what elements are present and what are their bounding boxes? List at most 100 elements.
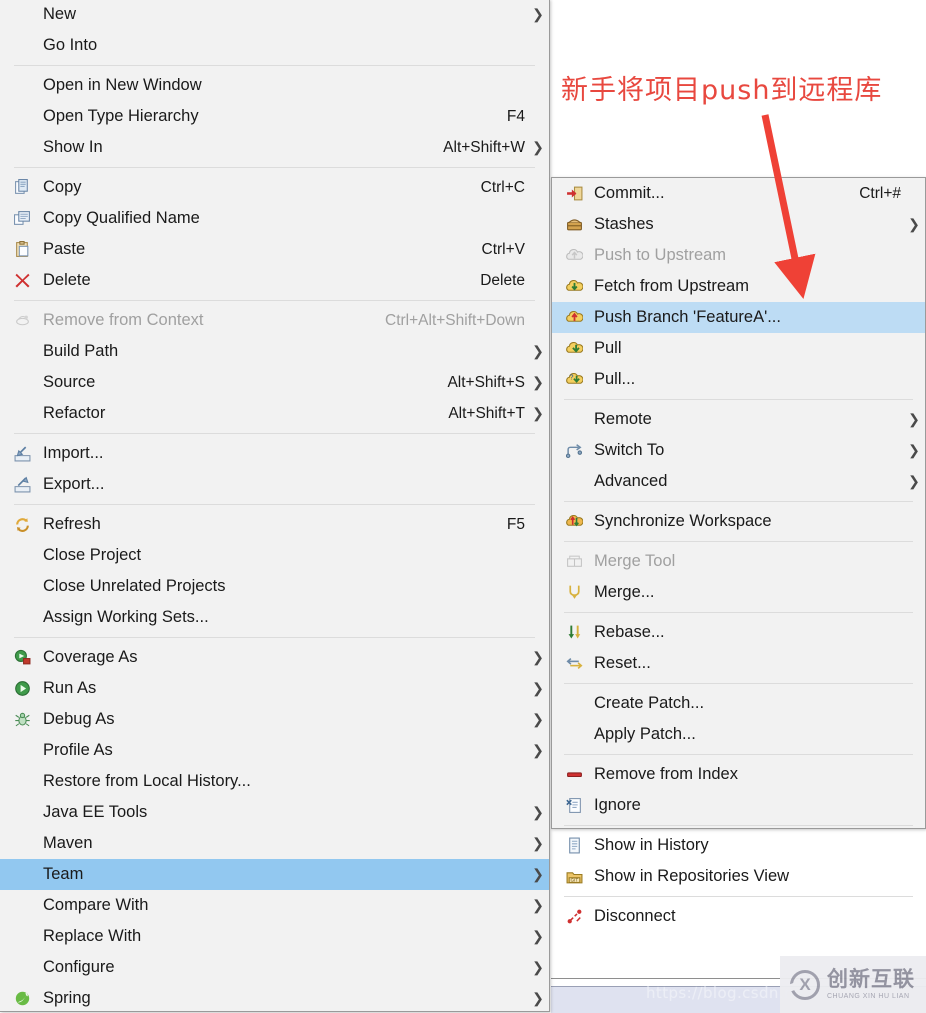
context-menu-item-show-in[interactable]: Show In Alt+Shift+W ❯ (0, 132, 549, 163)
svg-text:?: ? (569, 373, 573, 382)
annotation-text: 新手将项目push到远程库 (561, 75, 883, 106)
menu-item-label: Assign Working Sets... (43, 608, 209, 627)
team-menu-item-reset[interactable]: Reset... ❯ (552, 648, 925, 679)
context-menu-item-build-path[interactable]: Build Path ❯ (0, 336, 549, 367)
context-menu-item-java-ee-tools[interactable]: Java EE Tools ❯ (0, 797, 549, 828)
import-icon (13, 445, 31, 463)
context-menu-item-open-type-hierarchy[interactable]: Open Type Hierarchy F4 ❯ (0, 101, 549, 132)
brand-watermark: 创新互联 CHUANG XIN HU LIAN (780, 956, 926, 1013)
menu-item-label: Replace With (43, 927, 142, 946)
menu-item-label: Coverage As (43, 648, 138, 667)
context-menu-item-paste[interactable]: Paste Ctrl+V ❯ (0, 234, 549, 265)
team-menu-item-create-patch[interactable]: Create Patch... ❯ (552, 688, 925, 719)
menu-separator (14, 637, 535, 638)
spacer: ❯ (907, 655, 921, 672)
menu-item-label: Show in History (594, 836, 709, 855)
remove-context-icon (13, 312, 31, 330)
context-menu-item-open-in-new-window[interactable]: Open in New Window ❯ (0, 70, 549, 101)
context-menu-item-refresh[interactable]: Refresh F5 ❯ (0, 509, 549, 540)
context-menu-item-debug-as[interactable]: Debug As ❯ (0, 704, 549, 735)
menu-separator (564, 612, 913, 613)
team-menu-item-disconnect[interactable]: Disconnect ❯ (552, 901, 925, 932)
context-menu-item-close-project[interactable]: Close Project ❯ (0, 540, 549, 571)
stash-icon (565, 216, 583, 234)
spacer: ❯ (907, 247, 921, 264)
refresh-icon (13, 516, 31, 534)
context-menu-item-import[interactable]: Import... ❯ (0, 438, 549, 469)
context-menu-item-source[interactable]: Source Alt+Shift+S ❯ (0, 367, 549, 398)
context-menu-item-spring[interactable]: Spring ❯ (0, 983, 549, 1013)
context-menu-item-maven[interactable]: Maven ❯ (0, 828, 549, 859)
context-menu-item-configure[interactable]: Configure ❯ (0, 952, 549, 983)
team-menu-item-merge-tool[interactable]: Merge Tool ❯ (552, 546, 925, 577)
context-menu-item-remove-from-context[interactable]: Remove from Context Ctrl+Alt+Shift+Down ❯ (0, 305, 549, 336)
team-menu-item-ignore[interactable]: Ignore ❯ (552, 790, 925, 821)
menu-item-label: Ignore (594, 796, 641, 815)
context-menu-item-new[interactable]: New ❯ (0, 0, 549, 30)
team-menu-item-pull[interactable]: Pull ❯ (552, 333, 925, 364)
chevron-right-icon: ❯ (532, 928, 544, 944)
ignore-icon (565, 797, 583, 815)
menu-item-label: Configure (43, 958, 115, 977)
team-menu-item-switch-to[interactable]: Switch To ❯ (552, 435, 925, 466)
context-menu-item-go-into[interactable]: Go Into ❯ (0, 30, 549, 61)
menu-item-shortcut: Alt+Shift+T (448, 404, 525, 422)
context-menu-item-replace-with[interactable]: Replace With ❯ (0, 921, 549, 952)
menu-item-label: Run As (43, 679, 97, 698)
debug-bug-icon (13, 711, 31, 729)
team-menu-item-apply-patch[interactable]: Apply Patch... ❯ (552, 719, 925, 750)
menu-separator (564, 683, 913, 684)
menu-item-label: Debug As (43, 710, 115, 729)
spacer: ❯ (907, 278, 921, 295)
menu-item-label: Import... (43, 444, 104, 463)
context-menu-item-copy-qualified-name[interactable]: Copy Qualified Name ❯ (0, 203, 549, 234)
context-menu-item-delete[interactable]: Delete Delete ❯ (0, 265, 549, 296)
menu-item-shortcut: Ctrl+C (480, 178, 525, 196)
context-menu-item-team[interactable]: Team ❯ (0, 859, 549, 890)
spacer: ❯ (907, 837, 921, 854)
menu-item-label: Merge... (594, 583, 655, 602)
brand-text-group: 创新互联 CHUANG XIN HU LIAN (827, 969, 915, 1000)
context-menu-item-close-unrelated-projects[interactable]: Close Unrelated Projects ❯ (0, 571, 549, 602)
team-menu-item-show-in-history[interactable]: Show in History ❯ (552, 830, 925, 861)
team-menu-item-push-branch-featurea[interactable]: Push Branch 'FeatureA'... ❯ (552, 302, 925, 333)
menu-item-label: Refactor (43, 404, 106, 423)
team-menu-item-rebase[interactable]: Rebase... ❯ (552, 617, 925, 648)
context-menu-item-refactor[interactable]: Refactor Alt+Shift+T ❯ (0, 398, 549, 429)
team-menu-item-show-in-repositories-view[interactable]: GIT Show in Repositories View ❯ (552, 861, 925, 892)
spacer: ❯ (531, 179, 545, 196)
context-menu-item-run-as[interactable]: Run As ❯ (0, 673, 549, 704)
spacer: ❯ (531, 241, 545, 258)
team-menu-item-synchronize-workspace[interactable]: Synchronize Workspace ❯ (552, 506, 925, 537)
menu-item-label: Remote (594, 410, 652, 429)
team-menu-item-pull[interactable]: ? Pull... ❯ (552, 364, 925, 395)
menu-item-label: Source (43, 373, 96, 392)
rebase-icon (565, 624, 583, 642)
context-menu-item-assign-working-sets[interactable]: Assign Working Sets... ❯ (0, 602, 549, 633)
team-menu-item-remove-from-index[interactable]: Remove from Index ❯ (552, 759, 925, 790)
team-menu-item-advanced[interactable]: Advanced ❯ (552, 466, 925, 497)
context-menu-item-copy[interactable]: Copy Ctrl+C ❯ (0, 172, 549, 203)
team-menu-item-remote[interactable]: Remote ❯ (552, 404, 925, 435)
context-menu-item-coverage-as[interactable]: Coverage As ❯ (0, 642, 549, 673)
pull-icon (565, 340, 583, 358)
chevron-right-icon: ❯ (532, 139, 544, 155)
project-context-menu[interactable]: New❯Go Into❯ Open in New Window❯Open Type… (0, 0, 550, 1012)
context-menu-item-export[interactable]: Export... ❯ (0, 469, 549, 500)
team-menu-item-merge[interactable]: Merge... ❯ (552, 577, 925, 608)
menu-item-label: Restore from Local History... (43, 772, 251, 791)
menu-separator (14, 65, 535, 66)
menu-item-label: Delete (43, 271, 91, 290)
context-menu-item-restore-from-local-history[interactable]: Restore from Local History... ❯ (0, 766, 549, 797)
synchronize-icon (565, 513, 583, 531)
context-menu-item-profile-as[interactable]: Profile As ❯ (0, 735, 549, 766)
menu-item-label: Close Unrelated Projects (43, 577, 226, 596)
menu-item-label: Export... (43, 475, 105, 494)
menu-item-label: Close Project (43, 546, 142, 565)
context-menu-item-compare-with[interactable]: Compare With ❯ (0, 890, 549, 921)
spacer: ❯ (907, 340, 921, 357)
chevron-right-icon: ❯ (532, 6, 544, 22)
run-icon (13, 680, 31, 698)
chevron-right-icon: ❯ (532, 680, 544, 696)
menu-item-shortcut: Ctrl+Alt+Shift+Down (385, 311, 525, 329)
